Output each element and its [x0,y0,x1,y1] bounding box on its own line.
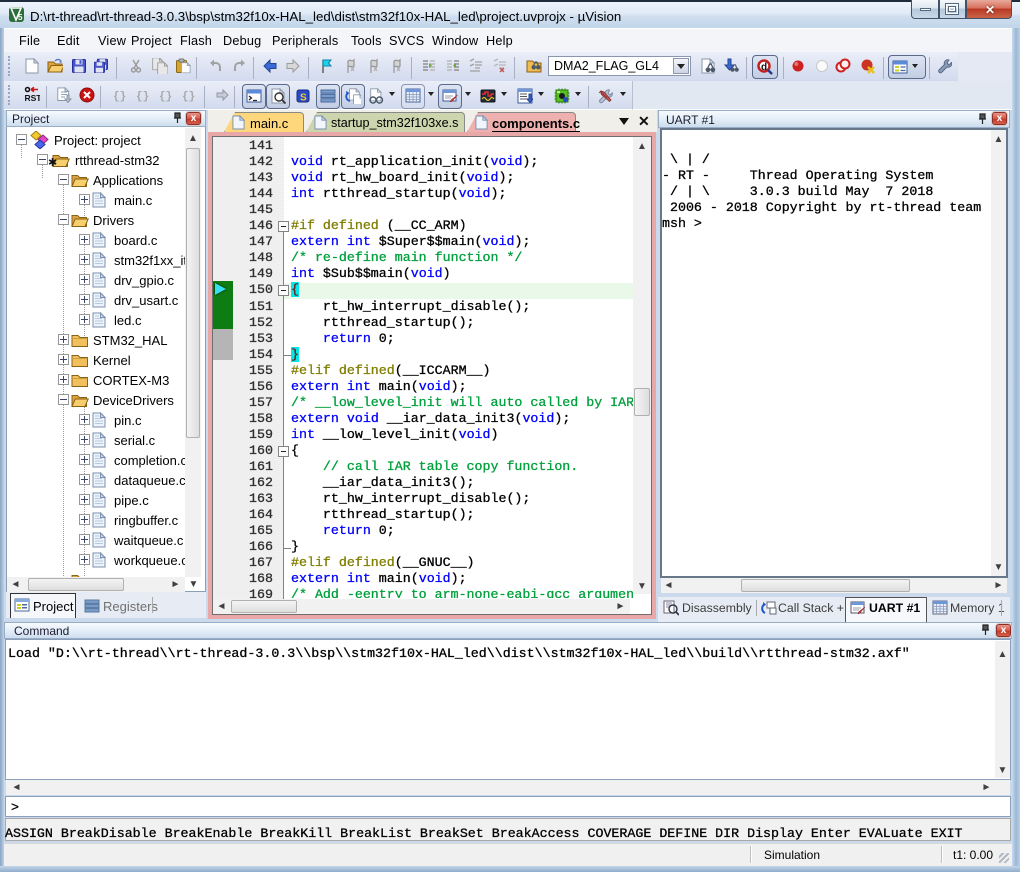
svg-text:5: 5 [18,13,23,22]
svg-text:{}: {} [159,91,172,103]
svg-text:S: S [300,93,307,104]
svg-text:RST: RST [25,93,41,102]
svg-text:{}: {} [113,91,126,103]
svg-text:d: d [761,62,767,73]
svg-text:{}: {} [182,91,195,103]
svg-text:{}: {} [136,91,149,103]
